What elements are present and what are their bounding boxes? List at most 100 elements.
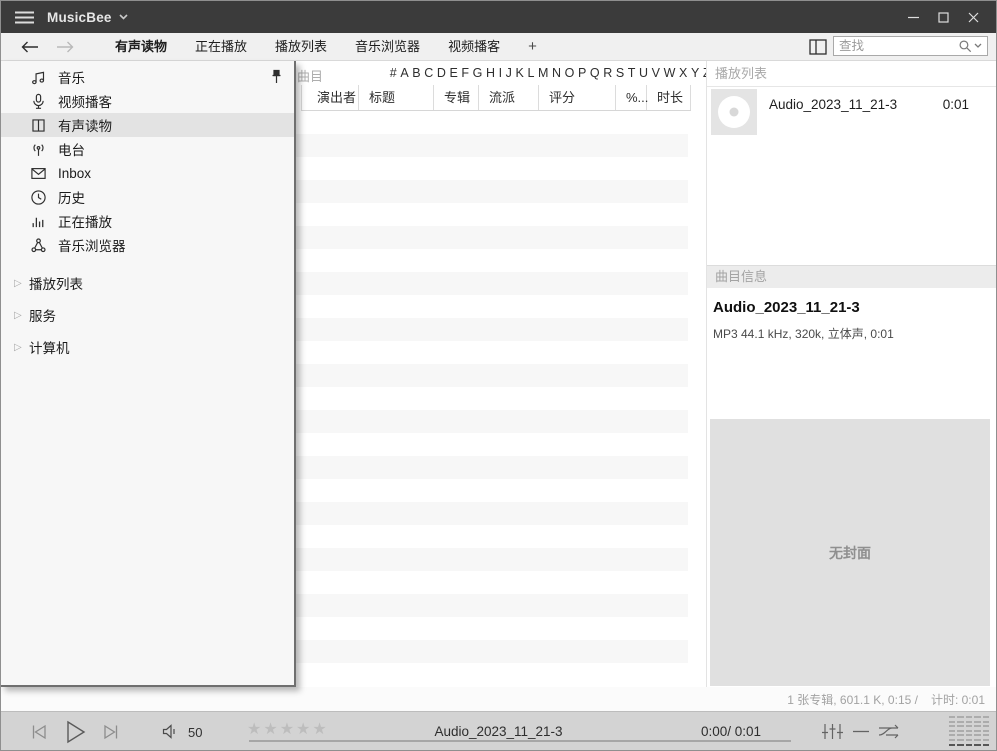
column-header-0[interactable]: 演出者: [301, 85, 359, 110]
pin-icon[interactable]: [270, 69, 283, 84]
new-tab-button[interactable]: +: [514, 38, 551, 55]
column-header-3[interactable]: 流派: [479, 85, 539, 110]
envelope-icon: [30, 165, 47, 182]
star-icon[interactable]: ★: [312, 721, 328, 738]
track-row: [294, 456, 688, 479]
alphabet-letter[interactable]: S: [614, 66, 626, 80]
star-icon[interactable]: ★: [296, 721, 312, 738]
track-info-details: MP3 44.1 kHz, 320k, 立体声, 0:01: [713, 325, 894, 342]
sidebar-item-now-playing[interactable]: 正在播放: [1, 209, 294, 233]
app-title[interactable]: MusicBee: [47, 10, 112, 25]
column-header-1[interactable]: 标题: [359, 85, 434, 110]
alphabet-letter[interactable]: M: [536, 66, 550, 80]
back-arrow-icon[interactable]: [21, 41, 39, 53]
alphabet-letter[interactable]: U: [637, 66, 650, 80]
alphabet-letter[interactable]: L: [526, 66, 537, 80]
previous-track-button[interactable]: [29, 722, 49, 742]
volume-icon[interactable]: [161, 723, 181, 740]
alphabet-letter[interactable]: J: [504, 66, 514, 80]
alphabet-letter[interactable]: C: [422, 66, 435, 80]
no-cover-label: 无封面: [829, 543, 871, 563]
track-info-title: Audio_2023_11_21-3: [713, 299, 860, 316]
alphabet-letter[interactable]: R: [601, 66, 614, 80]
sidebar-groups: ▷播放列表 ▷服务 ▷计算机: [1, 271, 294, 359]
tab-4[interactable]: 视频播客: [434, 33, 514, 60]
minimize-button[interactable]: [898, 4, 928, 30]
panel-layout-icon[interactable]: [809, 39, 827, 55]
shuffle-icon[interactable]: [877, 722, 904, 741]
tab-2[interactable]: 播放列表: [261, 33, 341, 60]
alphabet-letter[interactable]: A: [399, 66, 411, 80]
alphabet-letter[interactable]: F: [460, 66, 471, 80]
alphabet-letter[interactable]: P: [576, 66, 588, 80]
sidebar-item-music-explorer[interactable]: 音乐浏览器: [1, 233, 294, 257]
next-track-button[interactable]: [101, 722, 121, 742]
track-row: [294, 479, 688, 502]
playlist-items: Audio_2023_11_21-30:01: [707, 87, 997, 135]
alphabet-letter[interactable]: H: [484, 66, 497, 80]
sidebar-item-video-podcast[interactable]: 视频播客: [1, 89, 294, 113]
tab-1[interactable]: 正在播放: [181, 33, 261, 60]
alphabet-letter[interactable]: G: [471, 66, 484, 80]
spectrum-visualizer[interactable]: [949, 716, 989, 746]
tabbar: 有声读物正在播放播放列表音乐浏览器视频播客 +: [1, 33, 996, 61]
star-icon[interactable]: ★: [247, 721, 263, 738]
chevron-down-icon[interactable]: [119, 14, 128, 20]
alphabet-letter[interactable]: N: [550, 66, 563, 80]
column-header-6[interactable]: 时长: [647, 85, 691, 110]
alphabet-letter[interactable]: X: [677, 66, 689, 80]
maximize-button[interactable]: [928, 4, 958, 30]
close-button[interactable]: [958, 4, 988, 30]
alphabet-letter[interactable]: I: [497, 66, 504, 80]
microphone-icon: [30, 93, 47, 110]
track-info-header: 曲目信息: [707, 265, 997, 288]
sidebar-group-playlists[interactable]: ▷播放列表: [1, 271, 294, 295]
column-header-5[interactable]: %...: [616, 85, 647, 110]
alphabet-letter[interactable]: W: [662, 66, 677, 80]
seek-bar[interactable]: [249, 740, 791, 742]
sidebar-group-services[interactable]: ▷服务: [1, 303, 294, 327]
volume-analyser-minus-icon[interactable]: [852, 722, 870, 741]
forward-arrow-icon[interactable]: [56, 41, 74, 53]
track-row: [294, 318, 688, 341]
sidebar-item-history[interactable]: 历史: [1, 185, 294, 209]
track-row: [294, 203, 688, 226]
column-header-2[interactable]: 专辑: [434, 85, 479, 110]
alphabet-letter[interactable]: D: [435, 66, 448, 80]
track-row: [294, 571, 688, 594]
sidebar-item-audiobooks[interactable]: 有声读物: [1, 113, 294, 137]
search-options-chevron-icon[interactable]: [974, 43, 982, 49]
radio-icon: [30, 141, 47, 158]
star-icon[interactable]: ★: [280, 721, 296, 738]
sidebar-item-radio[interactable]: 电台: [1, 137, 294, 161]
equalizer-icon[interactable]: [821, 722, 844, 741]
alphabet-letter[interactable]: E: [448, 66, 460, 80]
star-icon[interactable]: ★: [263, 721, 279, 738]
alphabet-letter[interactable]: T: [626, 66, 637, 80]
alphabet-letter[interactable]: V: [650, 66, 662, 80]
tab-3[interactable]: 音乐浏览器: [341, 33, 434, 60]
rating-stars[interactable]: ★★★★★: [247, 722, 329, 738]
alphabet-letter[interactable]: B: [410, 66, 422, 80]
column-header-4[interactable]: 评分: [539, 85, 616, 110]
alphabet-letter[interactable]: K: [514, 66, 526, 80]
album-cover-placeholder: 无封面: [710, 419, 990, 686]
playlist-item-duration: 0:01: [943, 97, 969, 112]
search-input[interactable]: [839, 39, 958, 53]
alphabet-letter[interactable]: #: [388, 66, 399, 80]
music-note-icon: [30, 69, 47, 86]
player-time: 0:00/ 0:01: [701, 724, 761, 739]
playlist-item[interactable]: Audio_2023_11_21-30:01: [707, 87, 997, 135]
hamburger-menu-icon[interactable]: [15, 11, 34, 24]
track-row: [294, 157, 688, 180]
track-row: [294, 226, 688, 249]
play-button[interactable]: [61, 718, 89, 746]
sidebar-item-inbox[interactable]: Inbox: [1, 161, 294, 185]
sidebar-item-music[interactable]: 音乐: [1, 65, 294, 89]
alphabet-letter[interactable]: O: [563, 66, 576, 80]
sidebar-group-computer[interactable]: ▷计算机: [1, 335, 294, 359]
tab-0[interactable]: 有声读物: [101, 33, 181, 60]
search-icon[interactable]: [958, 39, 972, 53]
alphabet-letter[interactable]: Q: [588, 66, 601, 80]
alphabet-letter[interactable]: Y: [689, 66, 701, 80]
